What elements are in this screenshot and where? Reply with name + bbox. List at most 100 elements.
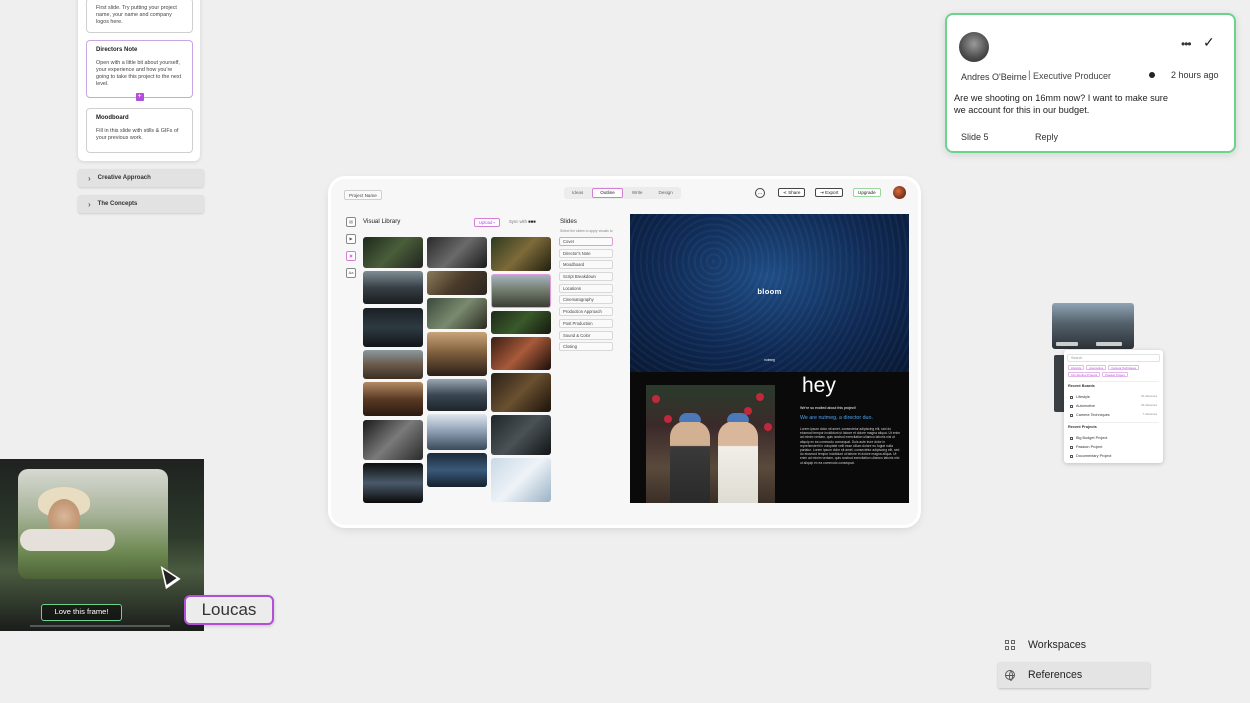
- divider: [1068, 381, 1159, 382]
- library-thumbnail[interactable]: [363, 463, 423, 503]
- slide-item-directors-note[interactable]: Director's Note: [559, 248, 613, 258]
- board-row[interactable]: Lifestyle 20 references: [1070, 395, 1157, 399]
- slide-item-moodboard[interactable]: Moodboard: [559, 260, 613, 270]
- directors-note-slide-preview[interactable]: hey We're so excited about this project!…: [630, 372, 909, 503]
- library-thumbnail[interactable]: [491, 311, 551, 334]
- search-tag[interactable]: Passion Project: [1102, 372, 1128, 377]
- project-row[interactable]: Big Budget Project: [1070, 436, 1157, 440]
- search-tag[interactable]: Automotive: [1086, 365, 1107, 370]
- search-tag[interactable]: Lifestyle: [1068, 365, 1085, 370]
- export-label: Export: [825, 190, 839, 195]
- project-name: Big Budget Project: [1076, 436, 1108, 440]
- project-icon: [1070, 436, 1073, 440]
- library-thumbnail[interactable]: [427, 298, 487, 329]
- board-row[interactable]: Automotive 26 references: [1070, 404, 1157, 408]
- project-row[interactable]: Documentary Project: [1070, 454, 1157, 458]
- tab-outline[interactable]: Outline: [592, 188, 623, 198]
- car-window: [18, 469, 168, 579]
- outline-card-moodboard[interactable]: Moodboard Fill in this slide with stills…: [86, 108, 193, 153]
- library-thumbnail[interactable]: [491, 415, 551, 455]
- flower-decoration: [652, 395, 660, 403]
- project-name-field[interactable]: Project Name: [344, 190, 382, 200]
- slide-item-sound-color[interactable]: Sound & Color: [559, 330, 613, 340]
- slide-item-production-approach[interactable]: Production Approach: [559, 307, 613, 317]
- library-thumbnail[interactable]: [491, 458, 551, 502]
- tab-design[interactable]: Design: [651, 188, 679, 198]
- grid-icon: [1005, 640, 1015, 650]
- library-thumbnail[interactable]: [427, 453, 487, 487]
- search-tag[interactable]: City Rooftop Projects: [1068, 372, 1101, 377]
- library-thumbnail[interactable]: [363, 382, 423, 416]
- duo-photo: [646, 385, 775, 503]
- tab-ideas[interactable]: Ideas: [565, 188, 590, 198]
- tab-write[interactable]: Write: [625, 188, 650, 198]
- project-row[interactable]: Passion Project: [1070, 445, 1157, 449]
- outline-card-directors-note[interactable]: Directors Note Open with a little bit ab…: [86, 40, 193, 101]
- comment-timestamp: 2 hours ago: [1171, 70, 1219, 80]
- slide-item-closing[interactable]: Closing: [559, 342, 613, 352]
- reply-button[interactable]: Reply: [1035, 132, 1058, 142]
- share-button[interactable]: ⋖ Share: [778, 188, 806, 197]
- tag-chip: [1056, 342, 1078, 346]
- video-frame[interactable]: Love this frame!: [0, 459, 204, 631]
- text-tool-icon[interactable]: Aa: [346, 268, 356, 278]
- slide-item-locations[interactable]: Locations: [559, 283, 613, 293]
- library-thumbnail[interactable]: [363, 271, 423, 304]
- reference-search-input[interactable]: Search: [1067, 354, 1160, 362]
- library-thumbnail[interactable]: [491, 373, 551, 412]
- upload-label: Upload: [479, 220, 493, 225]
- resolve-check-icon[interactable]: ✓: [1203, 34, 1215, 51]
- comment-icon[interactable]: …: [755, 188, 765, 198]
- video-tool-icon[interactable]: ▶: [346, 234, 356, 244]
- comment-slide-link[interactable]: Slide 5: [961, 132, 989, 142]
- add-slide-plus-icon[interactable]: +: [135, 93, 144, 101]
- section-the-concepts[interactable]: › The Concepts: [78, 195, 204, 213]
- library-thumbnail[interactable]: [427, 414, 487, 450]
- image-tool-icon[interactable]: ▣: [346, 251, 356, 261]
- sync-with[interactable]: Sync with ■■■: [509, 219, 536, 224]
- library-thumbnail[interactable]: [363, 308, 423, 347]
- library-thumbnail[interactable]: [363, 420, 423, 460]
- slide-item-cover[interactable]: Cover: [559, 237, 613, 246]
- view-tabs: Ideas Outline Write Design: [564, 187, 681, 199]
- section-creative-approach[interactable]: › Creative Approach: [78, 169, 204, 187]
- cap: [727, 413, 749, 422]
- library-thumbnail-selected[interactable]: [491, 274, 551, 308]
- user-avatar[interactable]: [893, 186, 906, 199]
- library-thumbnail[interactable]: [427, 379, 487, 411]
- search-tags: Lifestyle Automotive Camera Techniques C…: [1068, 365, 1160, 377]
- library-tool-icon[interactable]: ▤: [346, 217, 356, 227]
- library-thumbnail[interactable]: [491, 237, 551, 271]
- slide-item-post-production[interactable]: Post Production: [559, 318, 613, 328]
- library-thumbnail[interactable]: [491, 337, 551, 370]
- board-name: Lifestyle: [1076, 395, 1090, 399]
- more-options-icon[interactable]: •••: [1181, 37, 1192, 51]
- board-row[interactable]: Camera Techniques 7 references: [1070, 413, 1157, 417]
- slide-item-script-breakdown[interactable]: Script Breakdown: [559, 272, 613, 282]
- board-icon: [1070, 413, 1073, 417]
- section-label: The Concepts: [97, 201, 138, 207]
- export-button[interactable]: ⇥ Export: [815, 188, 844, 197]
- reference-thumbnail[interactable]: [1052, 303, 1134, 349]
- visual-library-title: Visual Library: [363, 218, 401, 225]
- video-progress-bar[interactable]: [30, 625, 170, 627]
- library-thumbnail[interactable]: [363, 237, 423, 268]
- frame-comment-bubble[interactable]: Love this frame!: [41, 604, 122, 621]
- upgrade-button[interactable]: Upgrade: [853, 188, 881, 197]
- library-thumbnail[interactable]: [363, 350, 423, 379]
- nav-item-workspaces[interactable]: Workspaces: [998, 632, 1150, 658]
- search-tag[interactable]: Camera Techniques: [1108, 365, 1140, 370]
- project-name: Passion Project: [1076, 445, 1103, 449]
- nav-label: References: [1028, 669, 1083, 681]
- nav-item-references[interactable]: References: [998, 662, 1150, 688]
- outline-card-cover[interactable]: First slide. Try putting your project na…: [86, 0, 193, 33]
- cover-slide-preview[interactable]: bloom nutmeg: [630, 214, 909, 372]
- library-thumbnail[interactable]: [427, 237, 487, 268]
- upload-button[interactable]: Upload ▪: [474, 218, 500, 227]
- library-thumbnail[interactable]: [427, 332, 487, 376]
- outline-card-desc: Fill in this slide with stills & GIFs of…: [96, 128, 179, 141]
- image-icon: ▪: [493, 220, 495, 225]
- section-label: Creative Approach: [97, 175, 151, 181]
- library-thumbnail[interactable]: [427, 271, 487, 295]
- slide-item-cinematography[interactable]: Cinematography: [559, 295, 613, 305]
